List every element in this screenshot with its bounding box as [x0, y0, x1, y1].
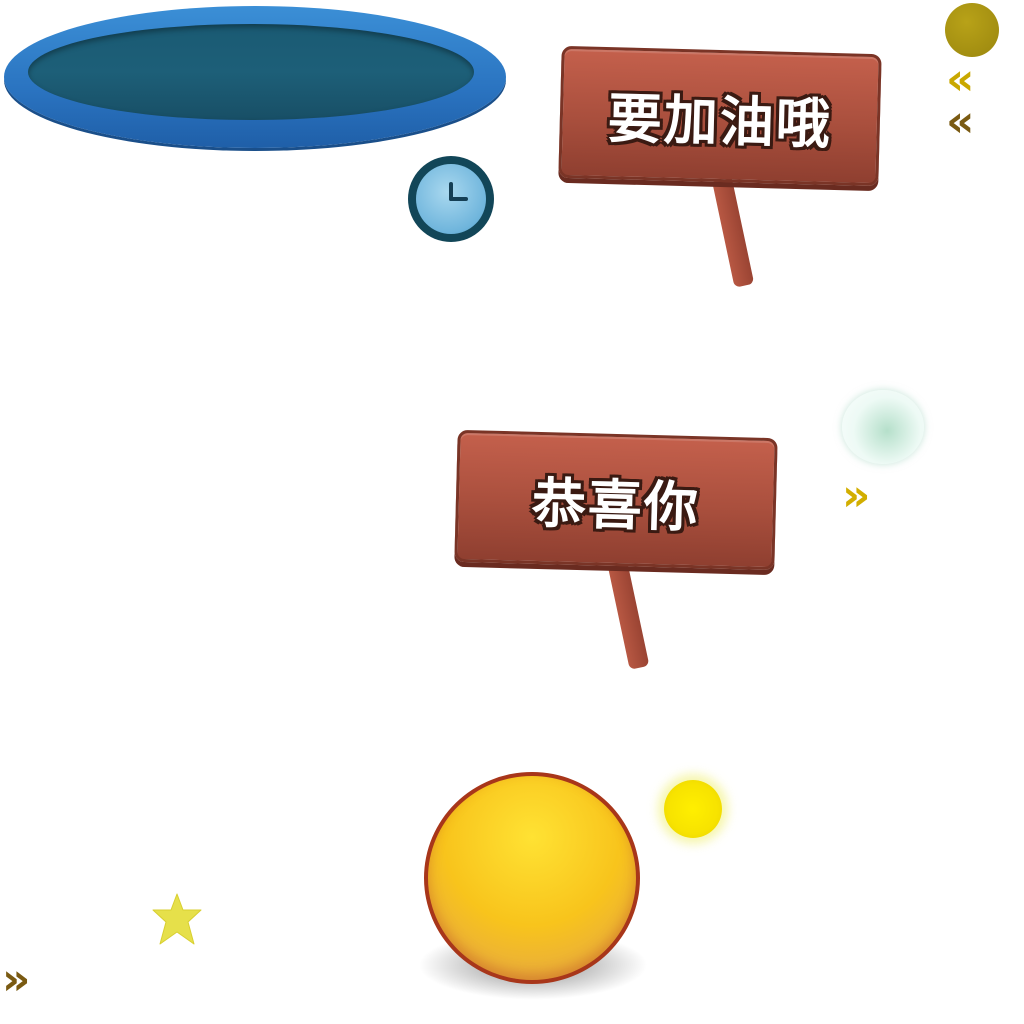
- clock-minute-hand: [449, 197, 468, 201]
- score-panel-inner: [28, 24, 474, 120]
- clock-face: [416, 164, 486, 234]
- congrats-sign: 恭喜你: [454, 429, 778, 571]
- olive-dot-icon: [945, 3, 999, 57]
- encourage-sign-text: 要加油哦: [607, 86, 833, 156]
- glow-orb-icon: [664, 780, 722, 838]
- chevron-right-icon[interactable]: »: [842, 474, 870, 518]
- sign-post: [712, 177, 755, 288]
- encourage-sign: 要加油哦: [558, 45, 882, 187]
- sign-post: [608, 563, 650, 670]
- star-icon: [152, 893, 202, 945]
- clock-icon: [408, 156, 494, 242]
- chevron-left-icon[interactable]: «: [946, 100, 974, 144]
- chevron-right-icon[interactable]: »: [2, 958, 30, 1002]
- yellow-round-button[interactable]: [424, 772, 640, 984]
- congrats-sign-text: 恭喜你: [531, 471, 701, 539]
- bubble-icon: [842, 390, 924, 464]
